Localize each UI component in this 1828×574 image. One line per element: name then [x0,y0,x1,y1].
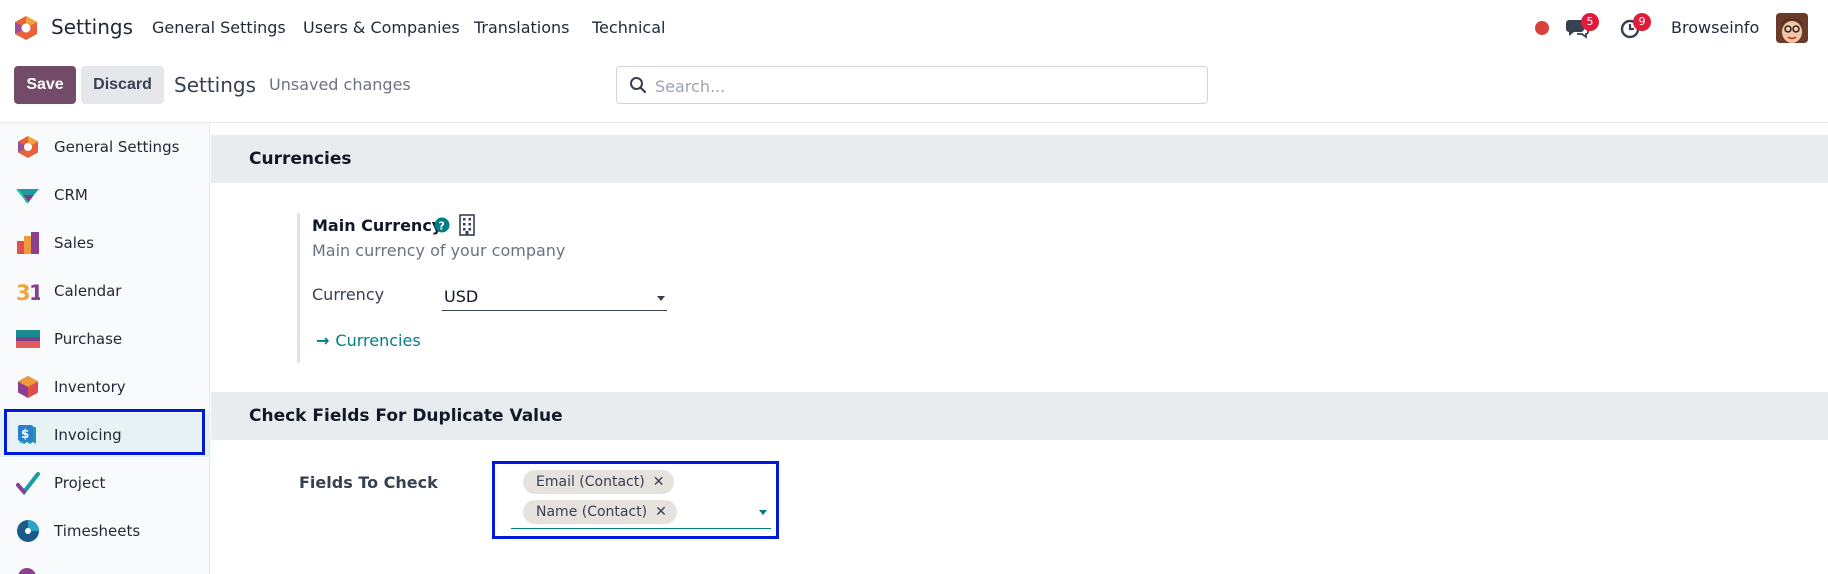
sidebar-item-inventory[interactable]: Inventory [0,365,209,409]
app-name[interactable]: Settings [51,15,133,39]
section-title: Check Fields For Duplicate Value [249,406,563,426]
crm-icon [16,188,39,204]
sidebar-item-crm[interactable]: CRM [0,173,209,217]
currency-select[interactable]: USD [442,284,667,311]
tag-email-contact: Email (Contact) ✕ [523,470,675,494]
sidebar-item-invoicing[interactable]: $ Invoicing [0,413,209,457]
currency-value: USD [444,287,479,306]
recording-indicator-icon[interactable] [1535,21,1549,35]
timesheets-icon [17,520,39,542]
purchase-icon [16,330,40,348]
invoicing-icon: $ [18,425,36,444]
currencies-link-label: Currencies [335,331,421,350]
discard-button[interactable]: Discard [81,66,164,104]
sidebar-item-calendar[interactable]: 3 1 Calendar [0,269,209,313]
sidebar-item-label: Timesheets [54,522,141,540]
sidebar-item-label: Project [54,474,106,492]
search-icon [630,77,647,94]
sidebar-item-label: Sales [54,234,94,252]
fields-to-check-input[interactable]: Email (Contact) ✕ Name (Contact) ✕ [511,465,771,529]
sidebar-item-general-settings[interactable]: General Settings [0,125,209,169]
sidebar-item-label: Inventory [54,378,126,396]
svg-text:?: ? [439,220,445,233]
avatar-face-icon [1776,13,1808,43]
company-switcher[interactable]: Browseinfo [1671,18,1759,37]
next-app-icon [18,568,36,574]
menu-translations[interactable]: Translations [474,18,570,37]
odoo-logo-icon[interactable] [14,15,38,41]
breadcrumb: Settings [174,73,257,97]
inventory-icon [18,376,38,398]
sales-icon [17,232,39,254]
chevron-down-icon[interactable] [759,510,767,515]
main-currency-title: Main Currency [312,216,443,235]
tag-name-contact: Name (Contact) ✕ [523,500,677,524]
messages-badge: 5 [1581,13,1599,31]
search-input[interactable] [655,74,1195,98]
remove-tag-icon[interactable]: ✕ [653,474,665,490]
help-icon[interactable]: ? [434,217,450,233]
section-header-currencies: Currencies [211,135,1828,183]
sidebar-item-sales[interactable]: Sales [0,221,209,265]
tag-label: Email (Contact) [536,474,645,490]
sidebar-item-label: Invoicing [54,426,122,444]
sidebar-item-label: Purchase [54,330,123,348]
save-button[interactable]: Save [14,66,76,104]
sidebar-item-label: Calendar [54,282,122,300]
remove-tag-icon[interactable]: ✕ [655,504,667,520]
activities-badge: 9 [1633,13,1651,31]
currencies-link[interactable]: → Currencies [316,331,421,350]
company-building-icon [459,214,475,236]
fields-to-check-label: Fields To Check [299,473,438,492]
chevron-down-icon [657,296,665,301]
sidebar-item-project[interactable]: Project [0,461,209,505]
menu-technical[interactable]: Technical [592,18,665,37]
sidebar-item-label: General Settings [54,138,180,156]
settings-sidebar: General Settings CRM Sales 3 1 Calendar … [0,123,210,574]
svg-text:$: $ [21,427,29,441]
sidebar-item-timesheets[interactable]: Timesheets [0,509,209,553]
top-navbar: Settings General Settings Users & Compan… [0,0,1828,56]
user-avatar[interactable] [1776,13,1808,43]
project-icon [16,472,40,495]
setting-left-border [297,213,300,363]
calendar-icon: 3 1 [16,281,40,303]
currency-label: Currency [312,285,385,304]
arrow-right-icon: → [316,331,330,350]
unsaved-status: Unsaved changes [269,75,411,94]
settings-content: Currencies Main Currency ? Main currency… [211,123,1828,574]
tag-label: Name (Contact) [536,504,648,520]
sidebar-item-purchase[interactable]: Purchase [0,317,209,361]
section-header-duplicate: Check Fields For Duplicate Value [211,392,1828,440]
search-bar[interactable] [616,66,1208,104]
sidebar-item-label: CRM [54,186,88,204]
svg-text:1: 1 [29,281,40,303]
menu-general-settings[interactable]: General Settings [152,18,286,37]
section-title: Currencies [249,149,352,169]
menu-users-companies[interactable]: Users & Companies [303,18,460,37]
general-settings-icon [18,136,38,158]
main-currency-description: Main currency of your company [312,241,566,260]
